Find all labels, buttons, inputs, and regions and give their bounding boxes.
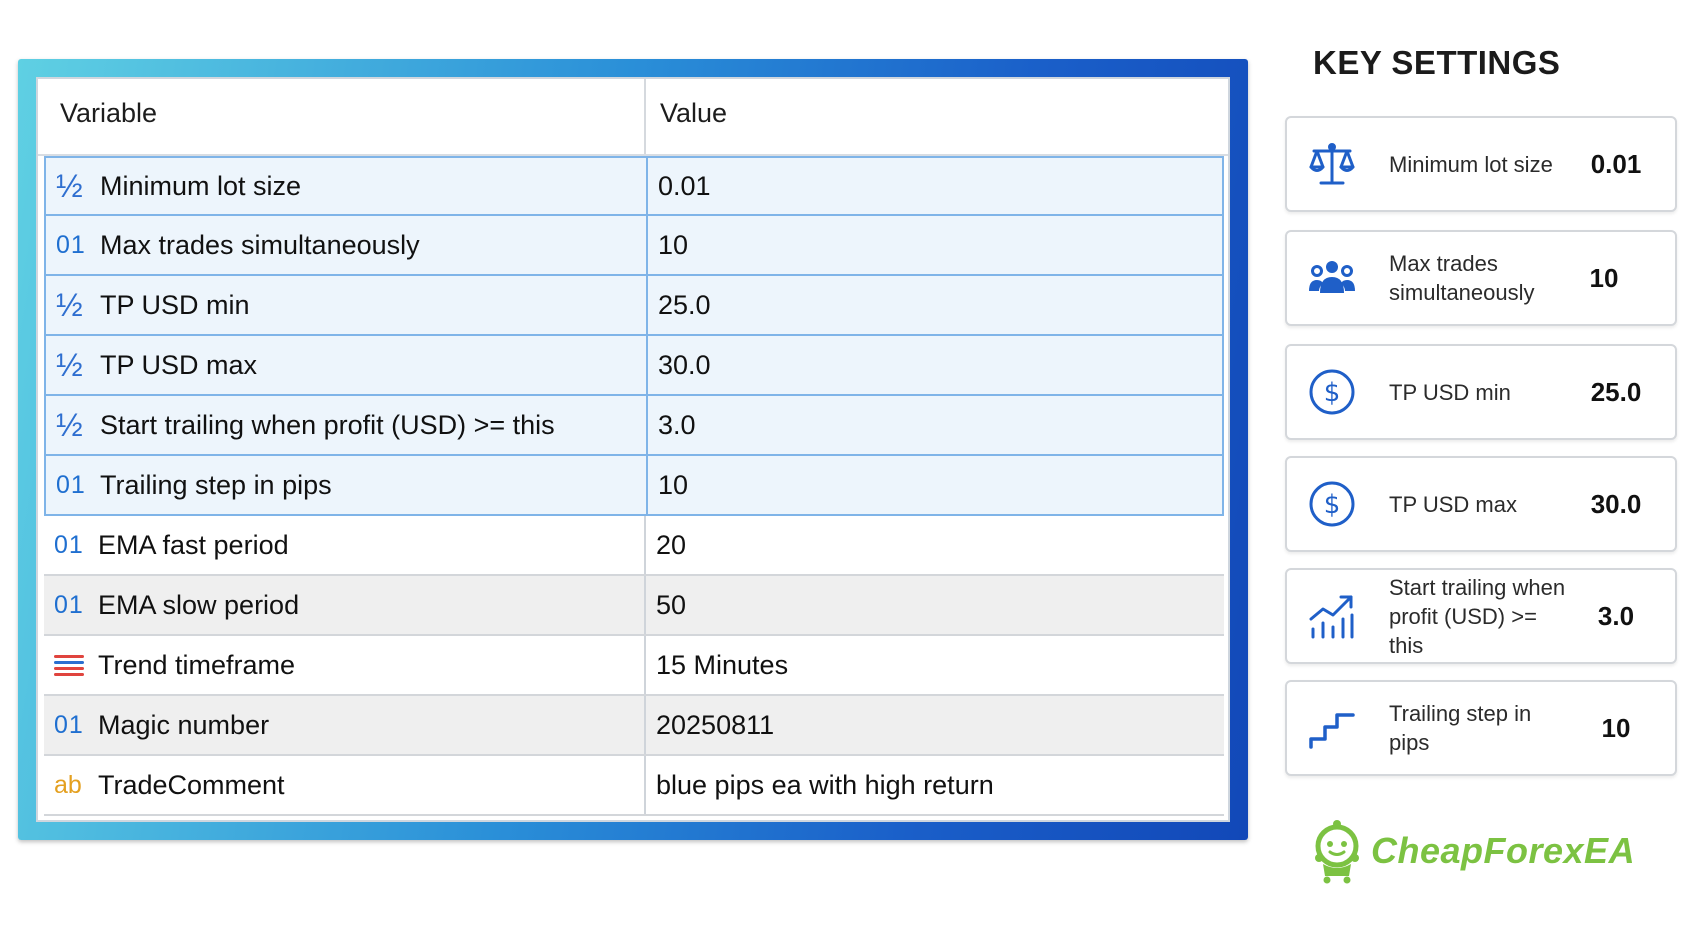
float-type-icon: ½	[56, 346, 83, 383]
row-label: Minimum lot size	[100, 170, 302, 201]
row-value[interactable]: 10	[648, 470, 1222, 501]
card-value: 30.0	[1590, 488, 1642, 519]
svg-text:$: $	[1324, 378, 1341, 408]
table-row[interactable]: Trend timeframe 15 Minutes	[44, 636, 1224, 696]
svg-text:$: $	[1324, 490, 1341, 520]
card-label: Minimum lot size	[1389, 151, 1553, 177]
row-value[interactable]: 0.01	[648, 171, 1222, 202]
brand-logo[interactable]: CheapForexEA	[1305, 818, 1635, 884]
integer-type-icon: 01	[56, 470, 86, 499]
float-type-icon: ½	[56, 286, 83, 323]
table-row[interactable]: ½ Minimum lot size 0.01	[44, 156, 1224, 216]
card-value: 10	[1601, 712, 1631, 743]
mascot-logo-icon	[1315, 820, 1359, 884]
table-row[interactable]: 01 Max trades simultaneously 10	[44, 216, 1224, 276]
row-value[interactable]: 3.0	[648, 410, 1222, 441]
dollar-circle-icon: $	[1309, 369, 1355, 415]
card-label: Max trades simultaneously	[1389, 251, 1535, 305]
table-row[interactable]: ½ Start trailing when profit (USD) >= thi…	[44, 396, 1224, 456]
integer-type-icon: 01	[54, 530, 84, 559]
card-label: TP USD max	[1389, 491, 1517, 517]
row-value[interactable]: 15 Minutes	[646, 650, 1224, 681]
card-label: TP USD min	[1389, 379, 1511, 405]
table-row[interactable]: ½ TP USD min 25.0	[44, 276, 1224, 336]
users-icon	[1309, 261, 1355, 293]
card-value: 0.01	[1590, 148, 1642, 179]
card-label: Start trailing when profit (USD) >= this	[1389, 574, 1566, 658]
row-value[interactable]: 20250811	[646, 710, 1224, 741]
row-value[interactable]: 10	[648, 230, 1222, 261]
column-header-value: Value	[660, 98, 728, 128]
dollar-circle-icon: $	[1309, 481, 1355, 527]
row-label: EMA fast period	[98, 529, 289, 560]
row-label: EMA slow period	[98, 589, 300, 620]
card-value: 10	[1589, 262, 1619, 293]
card-label: Trailing step in pips	[1389, 701, 1532, 755]
card-value: 25.0	[1590, 376, 1642, 407]
trend-up-icon	[1309, 595, 1354, 639]
table-row[interactable]: 01 EMA slow period 50	[44, 576, 1224, 636]
float-type-icon: ½	[56, 167, 83, 204]
row-label: TP USD max	[100, 349, 258, 380]
row-label: Trailing step in pips	[100, 469, 332, 500]
row-label: Magic number	[98, 709, 270, 740]
integer-type-icon: 01	[54, 590, 84, 619]
row-label: Max trades simultaneously	[100, 229, 420, 260]
card-value: 3.0	[1597, 600, 1635, 631]
balance-scale-icon	[1309, 143, 1355, 185]
row-value[interactable]: 20	[646, 530, 1224, 561]
string-type-icon: ab	[54, 770, 82, 799]
row-value[interactable]: blue pips ea with high return	[646, 770, 1224, 801]
table-row[interactable]: ½ TP USD max 30.0	[44, 336, 1224, 396]
table-row[interactable]: 01 Magic number 20250811	[44, 696, 1224, 756]
brand-logo-text: CheapForexEA	[1371, 830, 1636, 871]
row-value[interactable]: 50	[646, 590, 1224, 621]
key-setting-card-start-trailing: Start trailing when profit (USD) >= this…	[1285, 568, 1677, 664]
list-icon	[54, 652, 84, 679]
settings-table-frame: Variable Value ½ Minimum lot size 0.01 01…	[18, 59, 1248, 840]
key-setting-card-tp-min: $ TP USD min 25.0	[1285, 344, 1677, 440]
settings-table: Variable Value ½ Minimum lot size 0.01 01…	[36, 77, 1230, 822]
table-header: Variable Value	[38, 79, 1228, 156]
steps-icon	[1309, 713, 1355, 749]
key-setting-card-min-lot: Minimum lot size 0.01	[1285, 116, 1677, 212]
column-header-variable: Variable	[38, 79, 646, 154]
key-setting-card-max-trades: Max trades simultaneously 10	[1285, 230, 1677, 326]
integer-type-icon: 01	[56, 230, 86, 259]
row-value[interactable]: 30.0	[648, 350, 1222, 381]
table-row[interactable]: 01 Trailing step in pips 10	[44, 456, 1224, 516]
row-value[interactable]: 25.0	[648, 290, 1222, 321]
table-row[interactable]: 01 EMA fast period 20	[44, 516, 1224, 576]
key-settings-title: KEY SETTINGS	[1313, 44, 1561, 81]
key-setting-card-trailing-step: Trailing step in pips 10	[1285, 680, 1677, 776]
table-row[interactable]: ab TradeComment blue pips ea with high re…	[44, 756, 1224, 816]
row-label: TP USD min	[100, 289, 250, 320]
key-setting-card-tp-max: $ TP USD max 30.0	[1285, 456, 1677, 552]
row-label: Start trailing when profit (USD) >= this	[100, 409, 555, 440]
row-label: TradeComment	[98, 769, 285, 800]
float-type-icon: ½	[56, 406, 83, 443]
integer-type-icon: 01	[54, 710, 84, 739]
row-label: Trend timeframe	[98, 649, 296, 680]
